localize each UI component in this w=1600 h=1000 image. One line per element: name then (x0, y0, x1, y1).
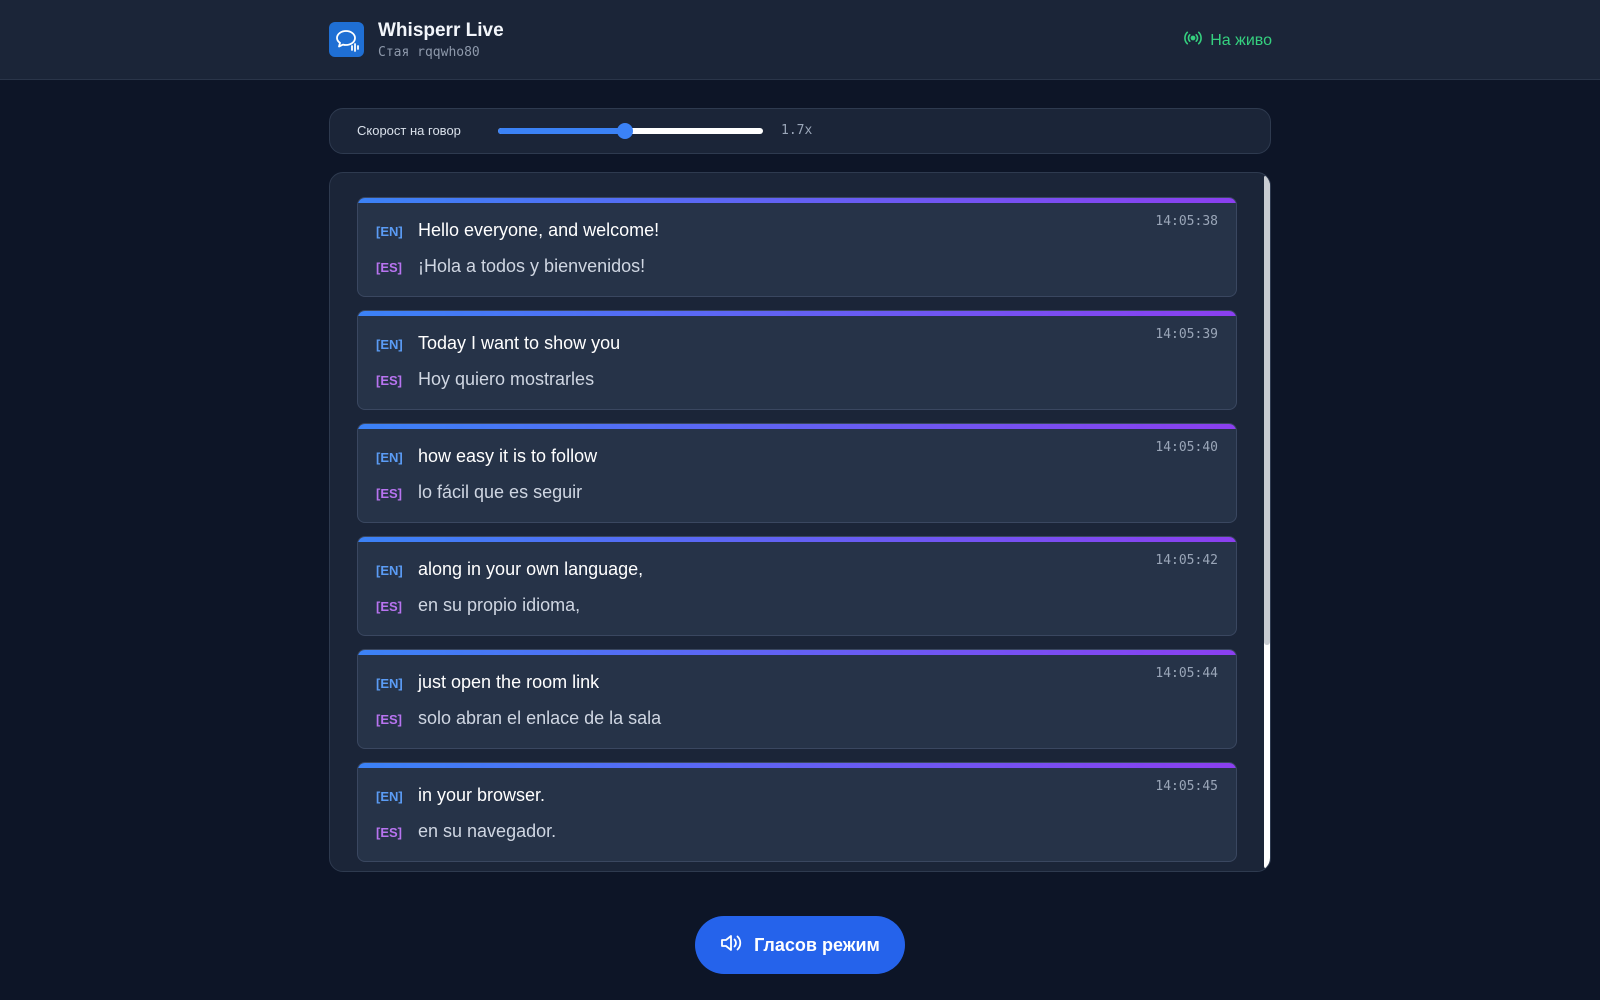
entry-accent-bar (358, 424, 1236, 429)
entry-source-line: [EN] Hello everyone, and welcome! (376, 220, 659, 241)
entry-timestamp: 14:05:39 (1155, 327, 1218, 342)
speech-speed-value: 1.7x (781, 123, 813, 138)
translated-text: Hoy quiero mostrarles (418, 369, 595, 389)
speaker-icon (720, 933, 742, 958)
app-logo-icon (329, 22, 364, 57)
speech-speed-label: Скорост на говор (357, 123, 461, 138)
target-language-tag: [ES] (376, 599, 402, 614)
entry-translation-line: [ES] lo fácil que es seguir (376, 482, 582, 503)
entry-accent-bar (358, 198, 1236, 203)
entry-translation-line: [ES] en su propio idioma, (376, 595, 580, 616)
source-language-tag: [EN] (376, 563, 403, 578)
source-text: along in your own language, (418, 559, 644, 579)
entry-source-line: [EN] Today I want to show you (376, 333, 620, 354)
scrollbar-thumb[interactable] (1264, 175, 1270, 645)
entry-translation-line: [ES] ¡Hola a todos y bienvenidos! (376, 256, 645, 277)
entry-accent-bar (358, 311, 1236, 316)
source-text: how easy it is to follow (418, 446, 598, 466)
voice-mode-button[interactable]: Гласов режим (695, 916, 905, 974)
speech-speed-slider[interactable] (498, 123, 763, 139)
live-status-label: На живо (1210, 31, 1272, 49)
app-title: Whisperr Live (378, 20, 504, 41)
entry-timestamp: 14:05:42 (1155, 553, 1218, 568)
source-language-tag: [EN] (376, 676, 403, 691)
entry-timestamp: 14:05:38 (1155, 214, 1218, 229)
entry-source-line: [EN] along in your own language, (376, 559, 643, 580)
source-language-tag: [EN] (376, 224, 403, 239)
entry-translation-line: [ES] en su navegador. (376, 821, 556, 842)
translated-text: en su navegador. (418, 821, 557, 841)
transcript-entry: 14:05:42 [EN] along in your own language,[… (357, 536, 1237, 636)
entry-source-line: [EN] in your browser. (376, 785, 545, 806)
entry-accent-bar (358, 763, 1236, 768)
entry-timestamp: 14:05:45 (1155, 779, 1218, 794)
entry-timestamp: 14:05:44 (1155, 666, 1218, 681)
slider-thumb[interactable] (617, 123, 634, 139)
scrollbar[interactable] (1264, 175, 1270, 869)
source-language-tag: [EN] (376, 789, 403, 804)
transcript-entry: 14:05:39 [EN] Today I want to show you [ES]… (357, 310, 1237, 410)
target-language-tag: [ES] (376, 373, 402, 388)
entry-translation-line: [ES] solo abran el enlace de la sala (376, 708, 661, 729)
target-language-tag: [ES] (376, 712, 402, 727)
target-language-tag: [ES] (376, 825, 402, 840)
entry-translation-line: [ES] Hoy quiero mostrarles (376, 369, 594, 390)
entry-source-line: [EN] how easy it is to follow (376, 446, 597, 467)
translated-text: ¡Hola a todos y bienvenidos! (418, 256, 646, 276)
source-text: in your browser. (418, 785, 546, 805)
transcript-entry: 14:05:38 [EN] Hello everyone, and welcome!… (357, 197, 1237, 297)
translated-text: lo fácil que es seguir (418, 482, 583, 502)
voice-mode-label: Гласов режим (754, 934, 880, 955)
transcript-entry: 14:05:40 [EN] how easy it is to follow [ES]… (357, 423, 1237, 523)
entry-source-line: [EN] just open the room link (376, 672, 599, 693)
broadcast-icon (1184, 29, 1203, 52)
source-text: Today I want to show you (418, 333, 621, 353)
transcript-list: 14:05:38 [EN] Hello everyone, and welcome!… (357, 197, 1237, 871)
source-language-tag: [EN] (376, 337, 403, 352)
source-text: just open the room link (418, 672, 600, 692)
entry-accent-bar (358, 650, 1236, 655)
target-language-tag: [ES] (376, 260, 402, 275)
transcript-entry: 14:05:45 [EN] in your browser. [ES] en su na… (357, 762, 1237, 862)
speech-speed-panel: Скорост на говор 1.7x (329, 108, 1271, 154)
source-language-tag: [EN] (376, 450, 403, 465)
entry-accent-bar (358, 537, 1236, 542)
slider-fill (498, 128, 626, 134)
transcript-panel[interactable]: 14:05:38 [EN] Hello everyone, and welcome!… (329, 172, 1271, 872)
live-status: На живо (1184, 29, 1272, 52)
entry-timestamp: 14:05:40 (1155, 440, 1218, 455)
target-language-tag: [ES] (376, 486, 402, 501)
translated-text: en su propio idioma, (418, 595, 581, 615)
room-id: Стая rqqwho80 (378, 45, 480, 60)
app-header: Whisperr Live Стая rqqwho80 На живо (0, 0, 1600, 80)
translated-text: solo abran el enlace de la sala (418, 708, 662, 728)
source-text: Hello everyone, and welcome! (418, 220, 660, 240)
transcript-entry: 14:05:44 [EN] just open the room link [ES] s… (357, 649, 1237, 749)
